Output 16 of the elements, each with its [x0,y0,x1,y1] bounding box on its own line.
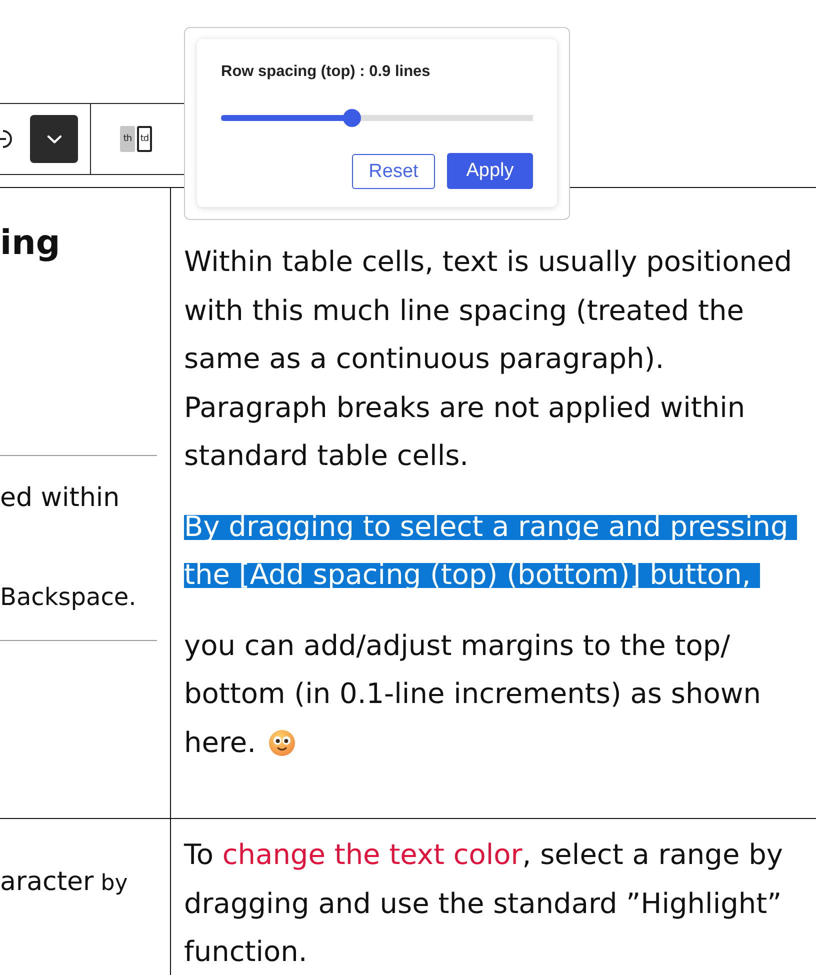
apply-button[interactable]: Apply [447,153,533,189]
cell-text: here. [184,724,256,760]
cell-text: ed within [0,482,120,515]
spacing-label: Row spacing (top) : 0.9 lines [221,62,430,82]
cell-text: aracter by [0,866,128,899]
reset-button[interactable]: Reset [352,154,435,189]
slider-thumb[interactable] [343,109,362,127]
arc-icon[interactable] [0,129,14,149]
cell-heading: ing [0,222,60,265]
dropdown-button[interactable] [30,115,78,163]
cell-text: Backspace. [0,582,136,613]
cell-type-option[interactable]: td [137,126,152,152]
cell-text: To change the text color, select a range by dragging and use the standard ”Highlight” function. [184,837,783,970]
cell-type-option[interactable]: th [120,126,135,152]
chevron-down-icon [46,134,62,144]
cell-text: Within table cells, text is usually positioned with this much line spacing (treated the same as a continuous paragraph). Paragraph breaks are not applied within standard table cells. [184,244,792,474]
